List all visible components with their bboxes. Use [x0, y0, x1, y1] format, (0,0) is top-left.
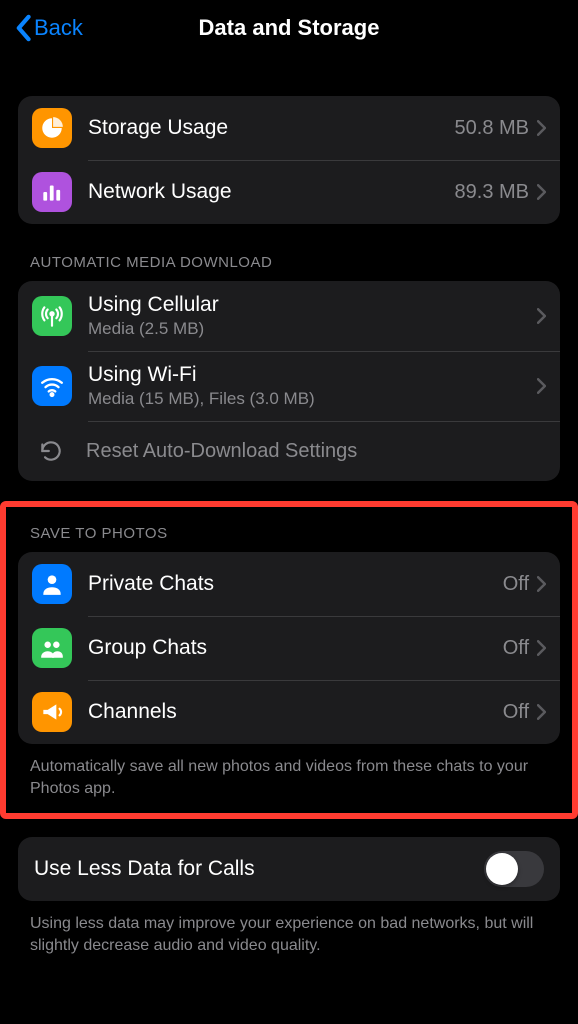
reset-label: Reset Auto-Download Settings	[86, 440, 357, 463]
row-label: Network Usage	[88, 180, 455, 204]
network-usage-row[interactable]: Network Usage 89.3 MB	[18, 160, 560, 224]
row-value: Off	[503, 701, 529, 724]
row-sub: Media (2.5 MB)	[88, 319, 537, 339]
row-label: Private Chats	[88, 572, 503, 596]
reset-auto-download-row[interactable]: Reset Auto-Download Settings	[18, 421, 560, 481]
person-icon	[32, 564, 72, 604]
chevron-left-icon	[14, 14, 32, 42]
save-to-photos-highlight: SAVE TO PHOTOS Private Chats Off Group C…	[0, 501, 578, 819]
use-less-data-row[interactable]: Use Less Data for Calls	[18, 837, 560, 901]
storage-usage-row[interactable]: Storage Usage 50.8 MB	[18, 96, 560, 160]
pie-chart-icon	[32, 108, 72, 148]
back-label: Back	[34, 15, 83, 41]
wifi-icon	[32, 366, 72, 406]
group-chats-row[interactable]: Group Chats Off	[18, 616, 560, 680]
row-sub: Media (15 MB), Files (3.0 MB)	[88, 389, 537, 409]
row-value: 50.8 MB	[455, 117, 529, 140]
less-data-footer: Using less data may improve your experie…	[30, 913, 548, 956]
back-button[interactable]: Back	[14, 14, 83, 42]
group-icon	[32, 628, 72, 668]
row-label: Using Wi-Fi	[88, 363, 537, 387]
chevron-right-icon	[537, 704, 546, 720]
chevron-right-icon	[537, 308, 546, 324]
row-value: Off	[503, 573, 529, 596]
switch-label: Use Less Data for Calls	[34, 857, 484, 881]
auto-download-group: Using Cellular Media (2.5 MB) Using Wi-F…	[18, 281, 560, 481]
row-label: Using Cellular	[88, 293, 537, 317]
private-chats-row[interactable]: Private Chats Off	[18, 552, 560, 616]
row-label: Storage Usage	[88, 116, 455, 140]
chevron-right-icon	[537, 576, 546, 592]
channels-row[interactable]: Channels Off	[18, 680, 560, 744]
auto-download-header: AUTOMATIC MEDIA DOWNLOAD	[30, 254, 560, 271]
bar-chart-icon	[32, 172, 72, 212]
switch-knob	[486, 853, 518, 885]
use-less-data-switch[interactable]	[484, 851, 544, 887]
nav-header: Back Data and Storage	[0, 0, 578, 56]
chevron-right-icon	[537, 184, 546, 200]
save-photos-group: Private Chats Off Group Chats Off Channe…	[18, 552, 560, 744]
save-photos-footer: Automatically save all new photos and vi…	[30, 756, 548, 799]
chevron-right-icon	[537, 640, 546, 656]
chevron-right-icon	[537, 378, 546, 394]
less-data-group: Use Less Data for Calls	[18, 837, 560, 901]
using-wifi-row[interactable]: Using Wi-Fi Media (15 MB), Files (3.0 MB…	[18, 351, 560, 421]
row-label: Group Chats	[88, 636, 503, 660]
row-value: 89.3 MB	[455, 181, 529, 204]
usage-group: Storage Usage 50.8 MB Network Usage 89.3…	[18, 96, 560, 224]
using-cellular-row[interactable]: Using Cellular Media (2.5 MB)	[18, 281, 560, 351]
row-value: Off	[503, 637, 529, 660]
reset-icon	[38, 438, 64, 464]
chevron-right-icon	[537, 120, 546, 136]
row-label: Channels	[88, 700, 503, 724]
megaphone-icon	[32, 692, 72, 732]
antenna-icon	[32, 296, 72, 336]
save-photos-header: SAVE TO PHOTOS	[30, 525, 560, 542]
page-title: Data and Storage	[0, 15, 578, 41]
